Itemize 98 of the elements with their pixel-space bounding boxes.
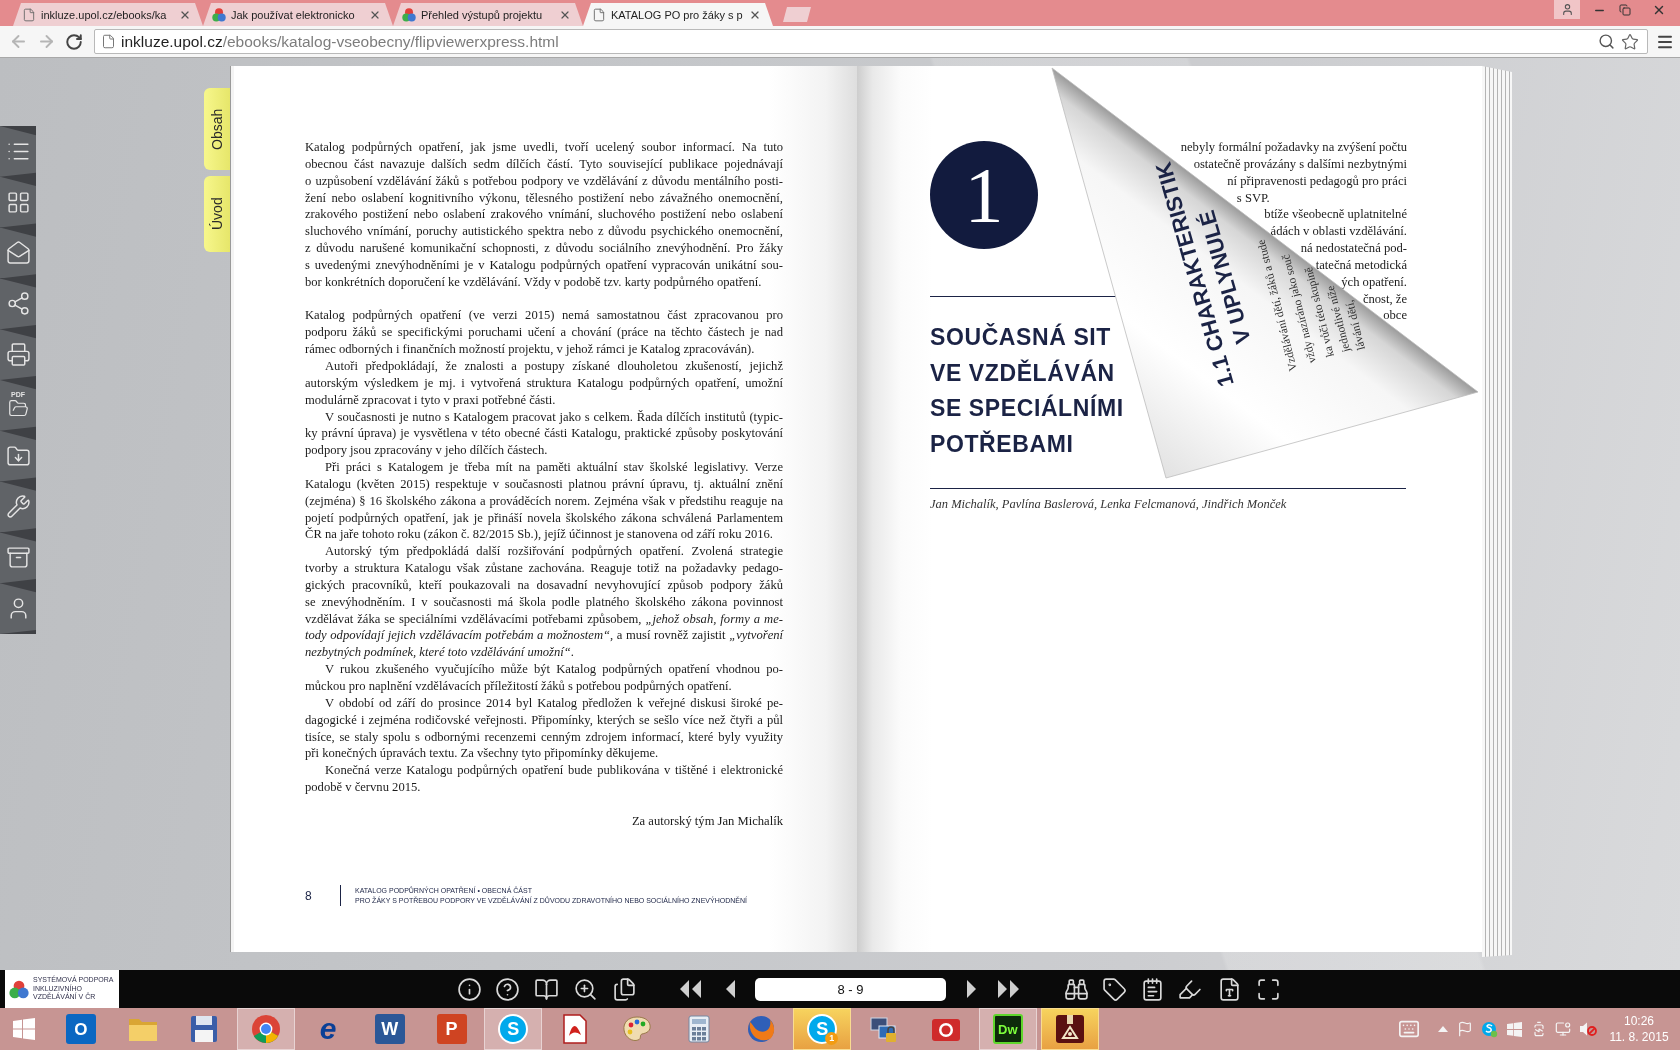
revealed-text-line: čnost, že [1362, 290, 1407, 308]
circles-logo-icon [402, 8, 416, 22]
restore-icon [1619, 4, 1631, 16]
wrench-icon [5, 494, 31, 520]
browser-tab[interactable]: inkluze.upol.cz/ebooks/ka [13, 3, 203, 26]
author-list: Jan Michalík, Pavlína Baslerová, Lenka Felcmanová, Jindřich Monček [930, 495, 1287, 512]
right-triangle-icon [964, 978, 978, 1000]
binoculars-icon [1063, 976, 1089, 1002]
printer-icon [5, 342, 31, 368]
zoom-in-icon [572, 976, 598, 1002]
paragraph: Při práci s Katalogem je třeba mít na paměti aktuální stav školské legislativy. Verze Katalogu (květen 2015) respektuje v současnosti platnou právní úpravu, tj. aktuální znění (zejména) § 16 školského zákona a prováděcích norem. Zejména však v předstihu reaguje na pojetí podpůrných opatření, jak je přináší novela školského zákona schválená Parlamentem ČR na jaře tohoto roku (zákon č. 82/2015 Sb.), jejíž účinnost je stanovena od září roku 2016. [305, 459, 783, 544]
chapter-number: 1 [930, 141, 1038, 249]
browser-tab[interactable]: Jak používat elektronicko [203, 3, 393, 26]
revealed-text-line: btíže všeobecně uplatnitelné [1264, 206, 1407, 224]
page-icon [22, 8, 36, 22]
taskbar-button[interactable]: O [51, 1008, 110, 1050]
revealed-text-line: ná nedostatečná pod- [1300, 240, 1407, 257]
page-icon [592, 8, 606, 22]
sidebar-button[interactable] [0, 278, 36, 330]
paragraph: Katalog podpůrných opatření (ve verzi 2015) nemá samostatnou část zpracovanou pro podporu žáků se specifickými poruchami učení a chování (práce na těchto částech je nad rámec odborných i finančních možností projektu, v jehož rámci je Katalog zpracováván). [305, 307, 783, 358]
revealed-text-line: s SVP. [1236, 189, 1270, 207]
sidebar-button[interactable] [0, 176, 36, 228]
close-icon[interactable] [179, 9, 191, 21]
taskbar-button[interactable]: Dw [978, 1008, 1037, 1050]
window-panes-icon [13, 1018, 35, 1040]
page-icon [101, 34, 116, 49]
taskbar-button[interactable]: P [422, 1008, 481, 1050]
signature: Za autorský tým Jan Michalík [631, 812, 783, 830]
globe-logo-icon [745, 1014, 776, 1044]
help-icon [495, 976, 521, 1002]
envelope-icon [5, 240, 31, 266]
side-tab[interactable]: Úvod [204, 176, 230, 252]
paragraph: Konečná verze Katalogu podpůrných opatření bude publikována v tištěné i elektronické podobě v červnu 2015. [305, 762, 783, 796]
letter-tile: P [436, 1014, 467, 1044]
grid-icon [5, 189, 31, 215]
fullscreen-icon [1255, 976, 1281, 1002]
info-icon [456, 976, 482, 1002]
share-icon [5, 291, 31, 317]
taskbar-button[interactable]: W [360, 1008, 419, 1050]
double-right-triangle-icon [995, 978, 1021, 1000]
letter-tile: O [65, 1014, 96, 1044]
clock-date: 11. 8. 2015 [1609, 1029, 1669, 1045]
sidebar-button[interactable] [0, 583, 36, 634]
revealed-text-line: tatečná metodická [1315, 256, 1407, 272]
sidebar-button[interactable] [0, 481, 36, 533]
revealed-text-line: obce [1383, 307, 1407, 325]
sidebar-button[interactable] [0, 430, 36, 482]
paragraph: Katalog podpůrných opatření, jak jsme uvedli, tvoří ucelený soubor informací. Na tuto obecnou část navazuje dalších sedm dílčích částí. Tyto související publikace pojednávají o uzpůsobení vzdělávání žáků s potřebou podpory ve vzdělávání z důvodu mentálního posti- žení nebo oslabení kognitivního výkonu, tělesného postižení nebo závažného onemocnění, zrakového postižení nebo oslabení zrakového vnímání, sluchového postižení nebo oslabení sluchového vnímání, poruchy autistického spektra nebo z důvodu psychického onemocnění, z důvodu narušené komunikační schopnosti, z důvodu sociálního znevýhodnění. Pro žáky s uvedenými znevýhodněními je v Katalogu podpůrných opatření vypracován unikátní sou- bor konkrétních doporučení ke vzdělávání. Vždy v podobě tzv. karty podpůrného opatření. [305, 139, 783, 291]
revealed-text-line: ádách v oblasti vzdělávání. [1270, 223, 1407, 241]
page-number: 8 [305, 888, 313, 903]
person-icon [1560, 3, 1574, 16]
paragraph: V období od září do prosince 2014 byl Katalog předložen k veřejné diskusi široké pe- dagogické i zejména rodičovské veřejnosti. Připomínky, kterých se sešlo více než čtyři a půl tisíce, se staly spolu s odbornými recenzemi cenným zdrojem informací, které byly využity při konečných úpravách textu. Za všechny tyto připomínky děkujeme. [305, 694, 783, 763]
reload-icon [65, 32, 83, 51]
paragraph: V současnosti je nutno s Katalogem pracovat jako s celkem. Řada dílčích institutů (typic- ky právní úprava) je vysvětlena v této obecné části Katalogu, praktické způsoby poskytování podpory jsou zpracovány v jeho dílčích částech. [305, 408, 783, 460]
logo-letter: e [319, 1014, 337, 1044]
star-icon[interactable] [1621, 32, 1639, 51]
cabinet-icon [5, 545, 31, 571]
camera-icon [930, 1016, 961, 1042]
box-icon [1054, 1014, 1085, 1044]
letter-tile: W [374, 1014, 405, 1044]
revealed-text-line: nebyly formální požadavky na zvýšení počtu [1180, 139, 1407, 156]
taskbar-button[interactable]: e [299, 1008, 357, 1050]
sidebar-button[interactable] [0, 329, 36, 380]
pages-icon [611, 976, 637, 1002]
circles-logo-icon [212, 8, 226, 22]
sidebar-button[interactable] [0, 227, 36, 279]
zoom-icon[interactable] [1598, 33, 1615, 50]
document-icon [562, 1014, 589, 1044]
paragraph: Autorský tým předpokládá další rozšiřování podpůrných opatření. Zvolená strategie tvorby a struktura Katalogu však zůstane zachována. Reaguje totiž na požadavky pedago- gických pracovníků, kteří poukazovali na dosavadní nevyhovující způsob podpory žáků se znevýhodněním. I v současnosti má škola podle platného školského zákona povinnost vzdělávat žáka se speciálními vzdělávacími potřebami způsobem, „jehož obsah, formy a me- tody odpovídají jejich vzdělávacím potřebám a možnostem“, a musí rovněž zajistit „vytvoření nezbytných podmínek, které toto vzdělávání umožní“. [305, 543, 783, 662]
open-book-icon [534, 976, 559, 1002]
side-tab[interactable]: Obsah [204, 88, 230, 170]
palette-icon [621, 1015, 652, 1043]
sidebar-button[interactable] [0, 126, 36, 177]
page-number-field[interactable]: 8 - 9 [755, 977, 946, 1001]
close-icon[interactable] [559, 9, 571, 21]
browser-tab[interactable]: Přehled výstupů projektu [393, 3, 583, 26]
chapter-title: SOUČASNÁ SIT VE VZDĚLÁVÁN SE SPECIÁLNÍMI POTŘEBAMI [930, 322, 1124, 460]
letter-tile: S [498, 1014, 529, 1044]
browser-tab[interactable]: KATALOG PO pro žáky s p [583, 3, 773, 26]
paragraph: Autoři předpokládají, že znalosti a postupy získané dlouholetou zkušeností, jejichž autorským výsledkem je mj. i vytvořená struktura Katalogu podpůrných opatření, umožní modulárně zpracovat i tyto v praxi potřebné části. [305, 357, 783, 409]
close-icon[interactable] [749, 9, 761, 21]
taskbar-button[interactable] [1040, 1008, 1099, 1050]
close-icon[interactable] [369, 9, 381, 21]
letter-tile: Dw [992, 1014, 1023, 1044]
calculator-icon [687, 1015, 710, 1043]
close-icon [1652, 3, 1666, 17]
circles-logo-icon [9, 979, 29, 999]
revealed-text-line: ých opatření. [1341, 273, 1407, 291]
paragraph: V rukou zkušeného vyučujícího může být Katalog podpůrných opatření vhodnou po- můckou pro naplnění vzdělávacích příležitostí žáků s potřebou podpůrných opatření. [305, 661, 783, 695]
clock-time: 10:26 [1624, 1013, 1654, 1029]
sidebar-button[interactable] [0, 532, 36, 584]
folder-arrow-icon [5, 443, 31, 469]
revealed-text-line: ní připravenosti pedagogů pro práci [1227, 172, 1407, 190]
address-field[interactable]: inkluze.upol.cz/ebooks/katalog-vseobecny/flipviewerxpress.html [94, 29, 1648, 54]
circle-logo-icon [251, 1014, 282, 1044]
folder-icon [127, 1016, 158, 1042]
tag-icon [1101, 976, 1127, 1002]
profile-button[interactable] [1554, 0, 1580, 19]
